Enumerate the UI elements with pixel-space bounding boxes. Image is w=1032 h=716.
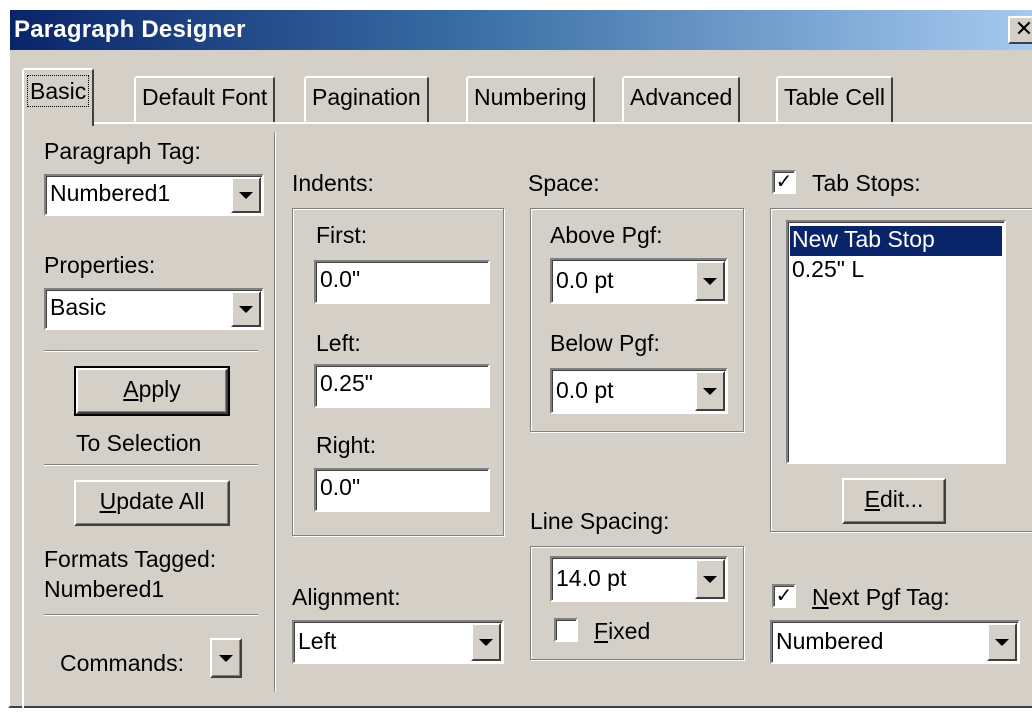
tab-default-font[interactable]: Default Font <box>134 76 276 122</box>
title-bar[interactable]: Paragraph Designer <box>10 10 1032 50</box>
first-indent-input[interactable]: 0.0" <box>314 260 490 304</box>
alignment-value: Left <box>298 628 337 654</box>
checkmark-icon: ✓ <box>775 585 793 607</box>
below-pgf-value: 0.0 pt <box>556 377 614 403</box>
line-spacing-value: 14.0 pt <box>556 565 627 591</box>
next-pgf-tag-label: Next Pgf Tag: <box>812 584 950 610</box>
column-divider <box>274 132 276 692</box>
tab-pagination[interactable]: Pagination <box>304 76 429 122</box>
chevron-down-icon <box>219 655 233 662</box>
separator <box>44 350 258 352</box>
right-indent-value: 0.0" <box>320 474 361 500</box>
right-indent-input[interactable]: 0.0" <box>314 468 490 512</box>
above-pgf-dropdown-button[interactable] <box>695 261 725 301</box>
right-indent-label: Right: <box>316 432 377 458</box>
chevron-down-icon <box>703 388 717 395</box>
paragraph-tag-dropdown-button[interactable] <box>231 177 261 213</box>
chevron-down-icon <box>703 278 717 285</box>
chevron-down-icon <box>239 192 253 199</box>
paragraph-tag-dropdown[interactable]: Numbered1 <box>44 174 264 216</box>
alignment-dropdown[interactable]: Left <box>292 620 504 664</box>
chevron-down-icon <box>479 639 493 646</box>
left-indent-label: Left: <box>316 330 361 356</box>
fixed-checkbox[interactable] <box>554 618 578 642</box>
formats-tagged-value: Numbered1 <box>44 576 165 602</box>
properties-dropdown[interactable]: Basic <box>44 288 264 330</box>
left-indent-input[interactable]: 0.25" <box>314 364 490 408</box>
space-label: Space: <box>528 170 600 196</box>
apply-button[interactable]: Apply <box>74 366 230 416</box>
tab-table-cell[interactable]: Table Cell <box>776 76 893 122</box>
tab-stops-label: Tab Stops: <box>812 170 921 196</box>
basic-tab-panel: Paragraph Tag: Numbered1 Properties: Bas… <box>22 122 1032 714</box>
above-pgf-dropdown[interactable]: 0.0 pt <box>550 258 728 304</box>
properties-label: Properties: <box>44 252 156 278</box>
paragraph-tag-value: Numbered1 <box>50 180 171 206</box>
next-pgf-tag-checkbox[interactable]: ✓ <box>772 584 796 608</box>
indents-label: Indents: <box>292 170 374 196</box>
tab-advanced-label: Advanced <box>630 84 733 110</box>
close-icon: ✕ <box>1014 16 1032 41</box>
update-all-button[interactable]: Update All <box>74 480 230 526</box>
line-spacing-label: Line Spacing: <box>530 508 670 534</box>
to-selection-label: To Selection <box>76 430 202 456</box>
above-pgf-value: 0.0 pt <box>556 267 614 293</box>
next-pgf-tag-value: Numbered <box>776 628 884 654</box>
window-title: Paragraph Designer <box>14 16 246 43</box>
tab-advanced[interactable]: Advanced <box>622 76 741 122</box>
left-indent-value: 0.25" <box>320 370 373 396</box>
checkmark-icon: ✓ <box>775 171 793 193</box>
paragraph-designer-window: Paragraph Designer ✕ Basic Default Font … <box>8 8 1032 714</box>
above-pgf-label: Above Pgf: <box>550 222 663 248</box>
tab-stop-item[interactable]: 0.25" L <box>790 256 1002 286</box>
tab-numbering[interactable]: Numbering <box>466 76 595 122</box>
paragraph-tag-label: Paragraph Tag: <box>44 138 201 164</box>
commands-label: Commands: <box>60 650 184 676</box>
tab-stops-checkbox[interactable]: ✓ <box>772 170 796 194</box>
tab-default-font-label: Default Font <box>142 84 268 110</box>
properties-dropdown-button[interactable] <box>231 291 261 327</box>
formats-tagged-label: Formats Tagged: <box>44 546 217 572</box>
edit-button[interactable]: Edit... <box>842 478 946 524</box>
line-spacing-dropdown-button[interactable] <box>695 559 725 599</box>
chevron-down-icon <box>703 576 717 583</box>
tab-table-cell-label: Table Cell <box>784 84 885 110</box>
next-pgf-tag-dropdown-button[interactable] <box>987 623 1017 661</box>
tab-basic-label: Basic <box>26 75 90 107</box>
tab-stop-item[interactable]: New Tab Stop <box>790 226 1002 256</box>
tab-stops-listbox[interactable]: New Tab Stop 0.25" L <box>786 220 1006 464</box>
chevron-down-icon <box>995 639 1009 646</box>
properties-value: Basic <box>50 294 107 320</box>
alignment-label: Alignment: <box>292 584 401 610</box>
below-pgf-dropdown[interactable]: 0.0 pt <box>550 368 728 414</box>
tab-basic[interactable]: Basic <box>22 68 95 126</box>
next-pgf-tag-dropdown[interactable]: Numbered <box>770 620 1020 664</box>
commands-menu-button[interactable] <box>210 638 242 678</box>
below-pgf-label: Below Pgf: <box>550 330 660 356</box>
first-indent-value: 0.0" <box>320 266 361 292</box>
fixed-label[interactable]: Fixed <box>594 618 650 645</box>
chevron-down-icon <box>239 306 253 313</box>
alignment-dropdown-button[interactable] <box>471 623 501 661</box>
below-pgf-dropdown-button[interactable] <box>695 371 725 411</box>
tab-numbering-label: Numbering <box>474 84 587 110</box>
close-button[interactable]: ✕ <box>1008 16 1032 44</box>
first-indent-label: First: <box>316 222 368 248</box>
separator <box>44 614 258 616</box>
tab-pagination-label: Pagination <box>312 84 421 110</box>
separator <box>44 464 258 466</box>
line-spacing-dropdown[interactable]: 14.0 pt <box>550 556 728 602</box>
